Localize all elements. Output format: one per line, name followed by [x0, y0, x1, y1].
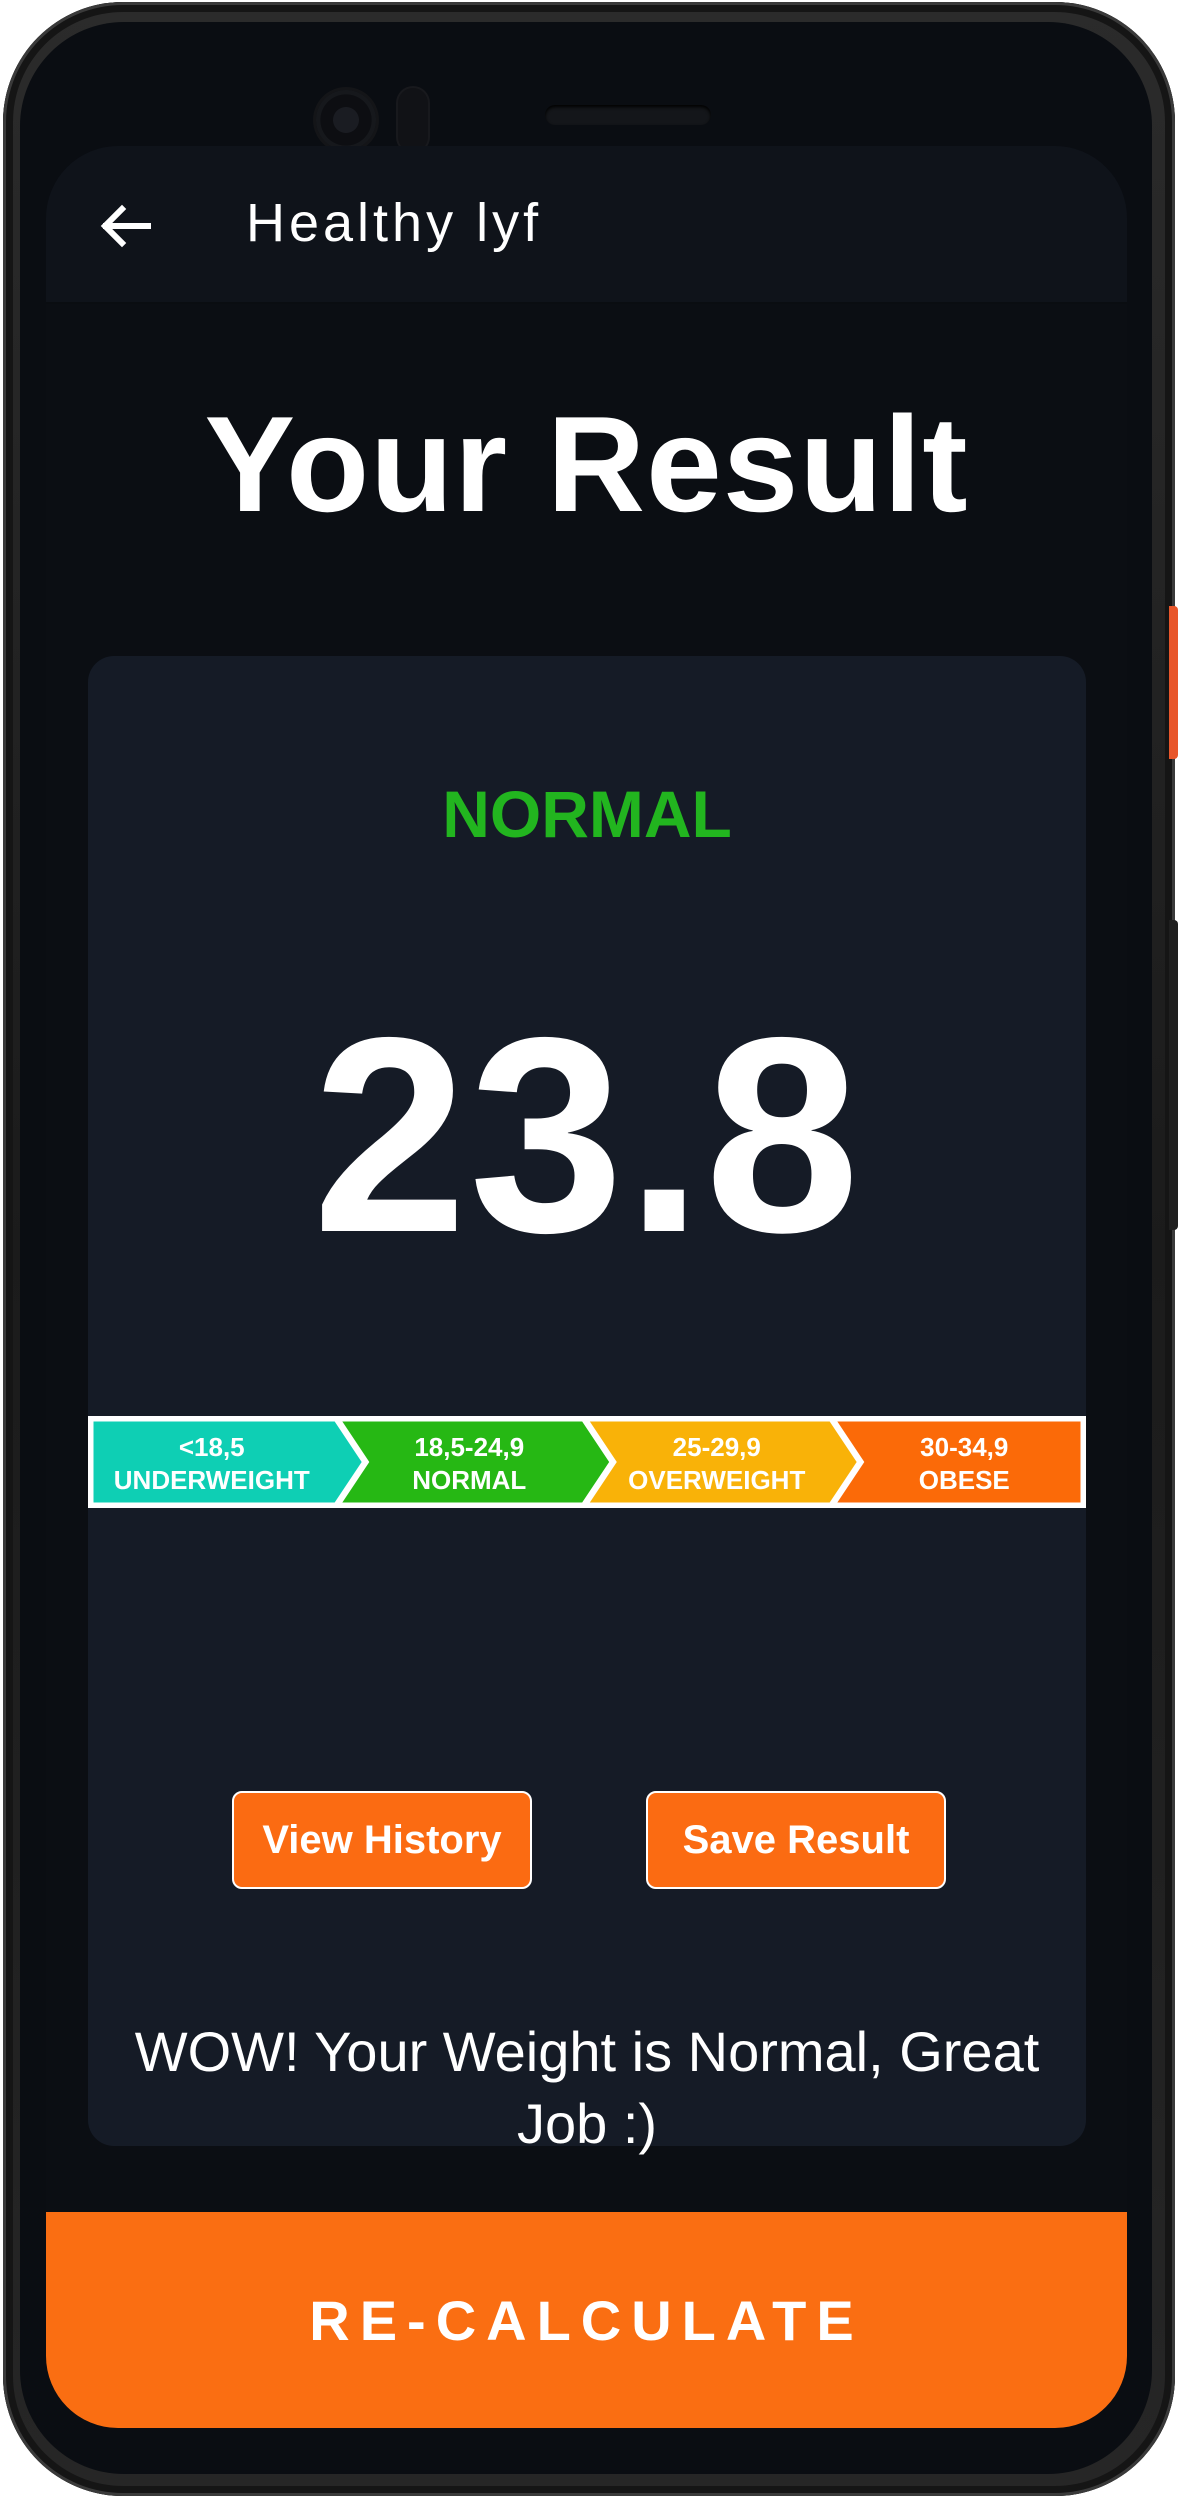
- front-camera: [316, 90, 376, 150]
- recalculate-button[interactable]: RE-CALCULATE: [46, 2212, 1127, 2428]
- bmi-scale-range: 30-34,9: [920, 1432, 1008, 1462]
- save-result-button[interactable]: Save Result: [646, 1791, 946, 1889]
- bmi-scale-label: NORMAL: [412, 1465, 526, 1495]
- bmi-scale-label: OBESE: [919, 1465, 1010, 1495]
- result-card: NORMAL 23.8 <18,5 UNDERWEIGHT 18,5-24,9 NOR…: [88, 656, 1086, 2155]
- bmi-scale: <18,5 UNDERWEIGHT 18,5-24,9 NORMAL 25-29,9 OV…: [88, 1416, 1086, 1508]
- bmi-scale-range: 18,5-24,9: [414, 1432, 524, 1462]
- power-button: [1169, 606, 1178, 759]
- app-bar: Healthy lyf: [46, 146, 1127, 304]
- arrow-left-icon[interactable]: [96, 196, 156, 256]
- bmi-scale-label: OVERWEIGHT: [628, 1465, 805, 1495]
- earpiece-speaker: [545, 105, 711, 125]
- result-message: WOW! Your Weight is Normal, Great Job :): [134, 2020, 1040, 2155]
- status-label: NORMAL: [442, 777, 732, 851]
- bmi-scale-range: <18,5: [179, 1432, 245, 1462]
- proximity-sensor: [398, 88, 428, 152]
- view-history-button[interactable]: View History: [232, 1791, 532, 1889]
- page-title: Your Result: [204, 388, 969, 540]
- app-screen: Healthy lyf Your Result NORMAL 23.8 <18,…: [46, 146, 1127, 2428]
- volume-button: [1169, 920, 1178, 1230]
- bmi-value: 23.8: [312, 979, 862, 1290]
- bmi-scale-range: 25-29,9: [673, 1432, 761, 1462]
- bmi-scale-label: UNDERWEIGHT: [114, 1465, 310, 1495]
- app-title: Healthy lyf: [246, 193, 543, 253]
